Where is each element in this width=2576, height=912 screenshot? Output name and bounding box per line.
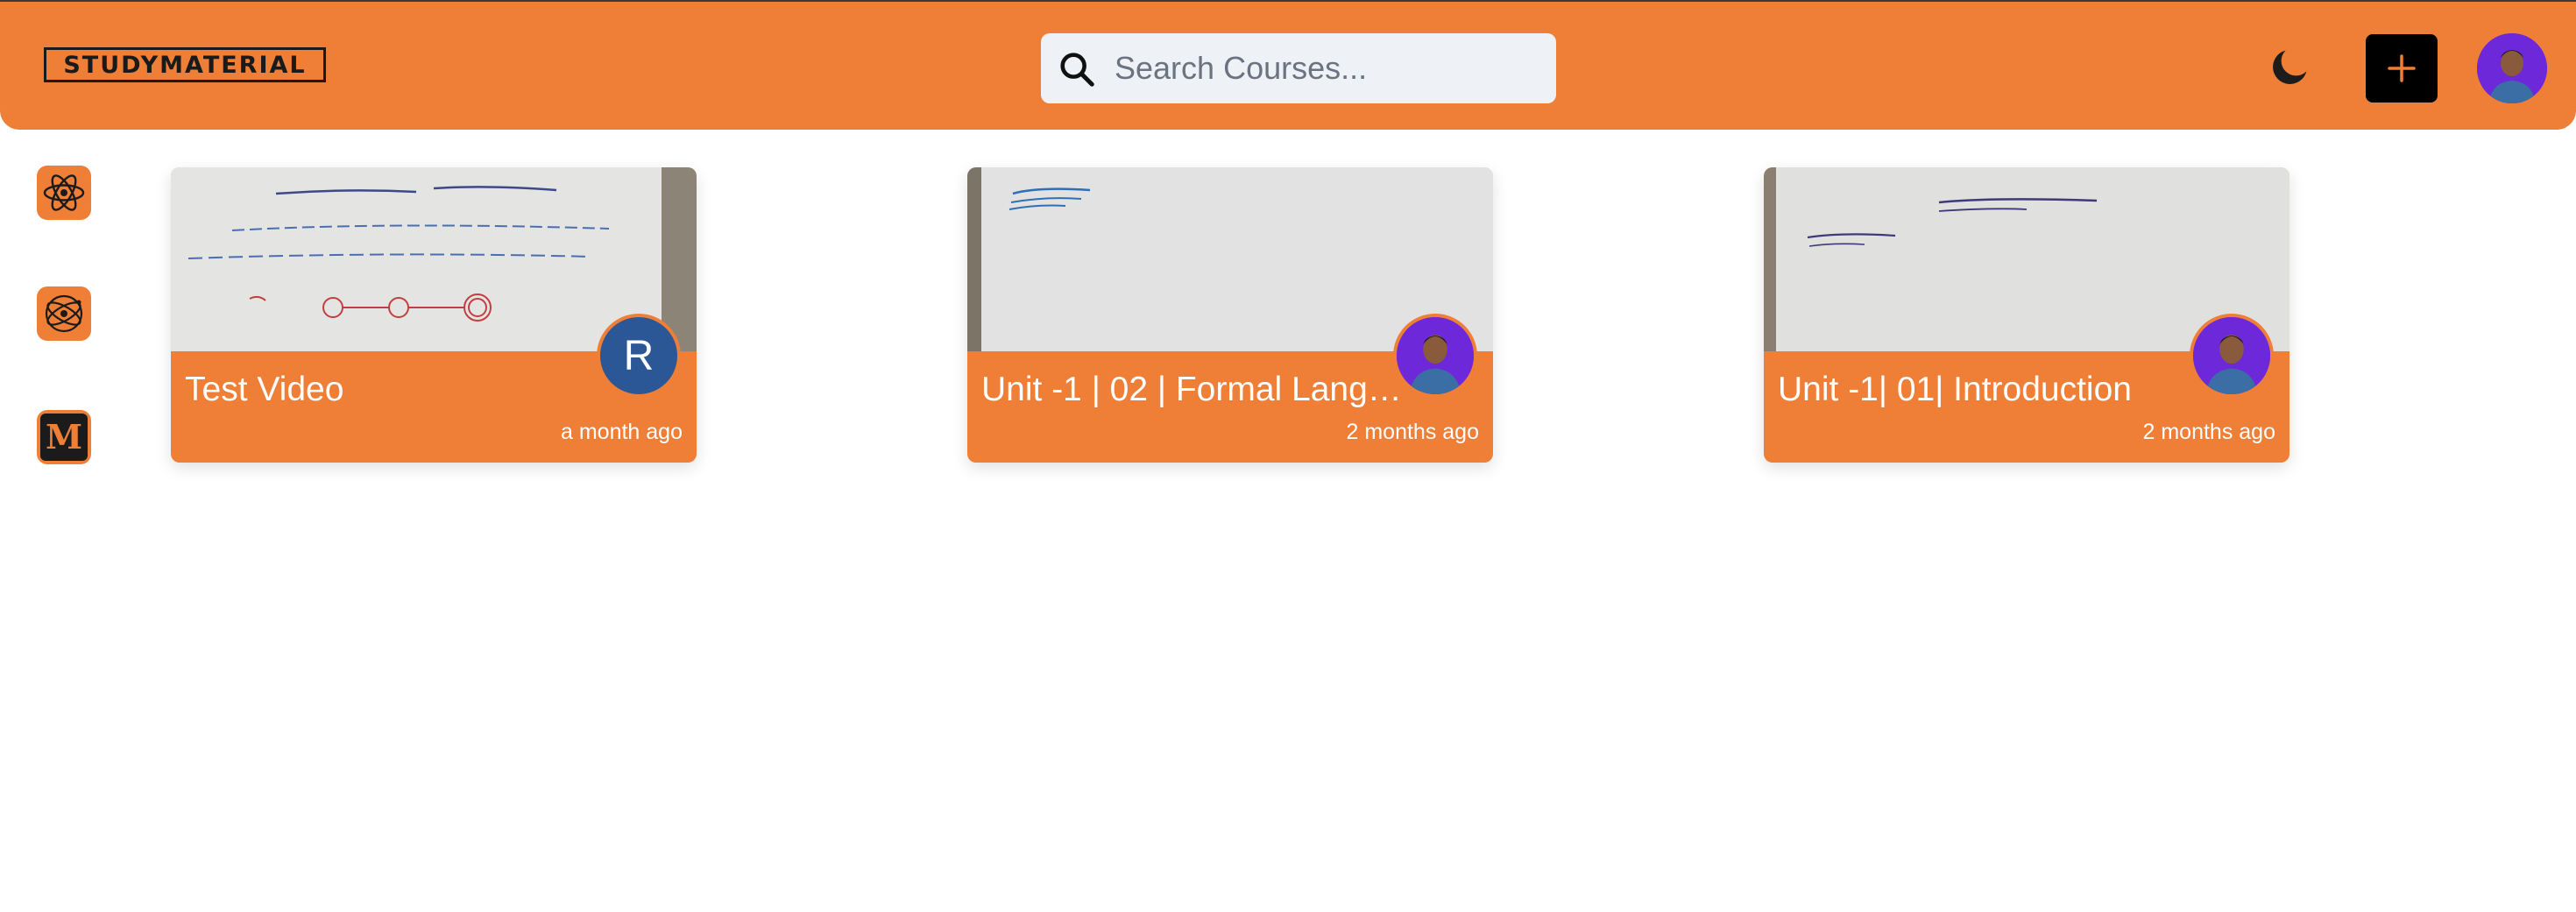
plus-icon [2388,54,2416,82]
user-avatar[interactable] [2477,33,2547,103]
course-card[interactable]: Test Video a month ago R [171,167,697,463]
dark-mode-moon-icon[interactable] [2268,44,2313,89]
card-timestamp: a month ago [561,420,683,444]
medium-logo-letter: M [46,417,82,456]
top-navbar: STUDYMATERIAL [0,2,2576,130]
search-bar [1041,33,1556,103]
card-title[interactable]: Unit -1 | 02 | Formal Languages [981,371,1419,409]
react-icon [43,174,85,211]
card-timestamp: 2 months ago [2142,420,2276,444]
author-avatar-image [2193,317,2270,394]
author-avatar[interactable]: R [597,314,681,398]
search-input[interactable] [1115,33,1544,103]
user-avatar-image [2477,33,2547,103]
course-card[interactable]: Unit -1| 01| Introduction 2 months ago [1764,167,2289,463]
card-title[interactable]: Unit -1| 01| Introduction [1778,371,2132,409]
atom-icon [45,294,83,333]
author-avatar-image [1397,317,1474,394]
card-title[interactable]: Test Video [185,371,343,409]
course-card[interactable]: Unit -1 | 02 | Formal Languages 2 months… [967,167,1493,463]
site-logo[interactable]: STUDYMATERIAL [44,47,326,82]
author-avatar[interactable] [2190,314,2274,398]
add-course-button[interactable] [2366,34,2438,103]
card-timestamp: 2 months ago [1346,420,1480,444]
sidebar-item-atom[interactable] [37,286,91,341]
author-avatar[interactable] [1393,314,1477,398]
sidebar-item-react[interactable] [37,166,91,220]
search-icon [1060,53,1094,87]
author-avatar-letter: R [623,332,655,379]
sidebar-item-medium[interactable]: M [37,410,91,464]
medium-icon: M [40,414,88,461]
